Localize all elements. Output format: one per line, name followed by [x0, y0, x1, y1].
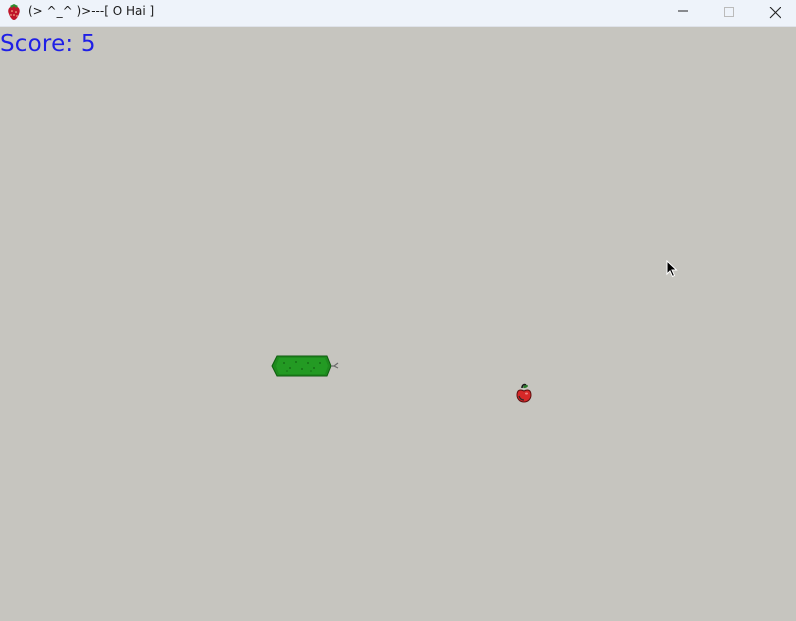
close-icon	[769, 7, 781, 19]
strawberry-icon	[6, 3, 22, 21]
close-button[interactable]	[752, 0, 796, 26]
maximize-button[interactable]	[706, 0, 752, 26]
minimize-button[interactable]	[660, 0, 706, 26]
mouse-cursor-icon	[666, 260, 678, 278]
apple-food	[516, 383, 532, 403]
score-label: Score: 5	[0, 31, 96, 57]
title-bar[interactable]: (> ^_^ )>---[ O Hai ]	[0, 0, 796, 27]
window-title: (> ^_^ )>---[ O Hai ]	[28, 4, 155, 18]
maximize-icon	[724, 7, 734, 17]
minimize-icon	[678, 10, 688, 12]
snake	[271, 355, 339, 377]
game-canvas[interactable]: Score: 5	[0, 27, 796, 621]
snake-tongue	[331, 362, 339, 369]
